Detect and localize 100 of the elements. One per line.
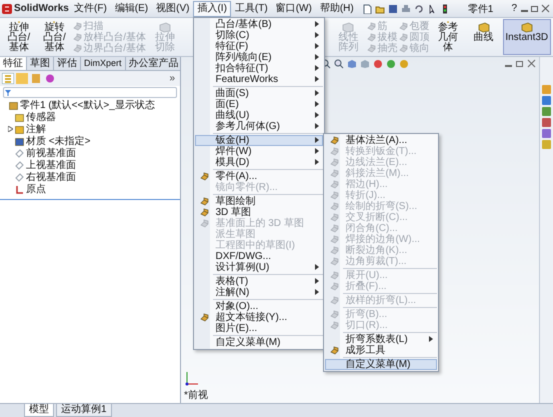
menu-item[interactable]: 表格(T)	[195, 276, 324, 286]
plate-icon	[330, 136, 339, 144]
cursor-icon	[426, 4, 437, 14]
solid-icon	[341, 21, 356, 33]
menu-item[interactable]: 对象(O)...	[195, 300, 324, 312]
plate-icon	[330, 282, 339, 290]
plate-icon	[200, 312, 209, 322]
menu-item[interactable]: 折弯系数表(L)	[325, 334, 438, 344]
menu-bar-item[interactable]: 编辑(E)	[110, 0, 152, 16]
menu-item[interactable]: 模具(D)	[195, 156, 324, 168]
expand-arrow-icon	[8, 126, 13, 132]
menu-item[interactable]: 图片(E)...	[195, 322, 324, 334]
minimize-icon	[505, 65, 512, 67]
help-button[interactable]: ?	[511, 3, 517, 14]
menu-bar-item[interactable]: 工具(T)	[230, 0, 272, 16]
menu-bar-item[interactable]: 帮助(H)	[316, 0, 358, 16]
tile-icon	[542, 107, 551, 116]
menu-item[interactable]: 面(E)	[195, 98, 324, 110]
window-title: 零件1	[466, 2, 494, 16]
minimize-icon	[521, 10, 528, 12]
panel-tab[interactable]: DimXpert	[81, 57, 126, 70]
restore-icon	[515, 59, 524, 68]
menu-item[interactable]: 特征(F)	[195, 40, 324, 52]
submenu-arrow-icon	[429, 336, 434, 342]
menu-item[interactable]: 切除(C)	[195, 30, 324, 40]
printer-icon	[400, 4, 411, 14]
close-icon	[527, 59, 536, 68]
menu-item[interactable]: 凸台/基体(B)	[195, 18, 324, 30]
menu-item[interactable]: 曲面(S)	[195, 88, 324, 98]
ribbon-button[interactable]: 参考几何体	[431, 19, 465, 55]
plate-icon	[330, 168, 339, 178]
plate-icon	[367, 32, 376, 42]
plate-icon	[200, 196, 209, 206]
bottom-tab[interactable]: 模型	[24, 404, 54, 417]
filter-icon	[5, 90, 11, 96]
ribbon-button[interactable]: Instant3D	[502, 19, 551, 55]
tile-icon	[542, 118, 551, 127]
solid-icon	[158, 21, 172, 33]
bottom-tab[interactable]: 运动算例1	[56, 404, 112, 417]
tree-item[interactable]: 原点	[0, 183, 180, 195]
menu-item[interactable]: 成形工具	[325, 344, 438, 356]
plate-icon	[73, 22, 82, 30]
menu-item[interactable]: 自定义菜单(M)	[195, 336, 324, 348]
search-icon	[334, 58, 344, 68]
menu-item[interactable]: 3D 草图	[195, 206, 324, 218]
plate-icon	[330, 146, 339, 156]
tree-item[interactable]: 材质 <未指定>	[0, 135, 180, 147]
tree-item[interactable]: 上视基准面	[0, 159, 180, 171]
plate-icon	[200, 172, 209, 180]
filter-field[interactable]	[3, 87, 177, 98]
menu-item[interactable]: 自定义菜单(M)	[325, 358, 438, 370]
menu-item[interactable]: 基体法兰(A)...	[325, 134, 438, 146]
menu-item[interactable]: DXF/DWG...	[195, 250, 324, 262]
tree-item[interactable]: 传感器	[0, 111, 180, 123]
solid-icon	[520, 21, 534, 33]
tree-item[interactable]: 前视基准面	[0, 147, 180, 159]
menu-bar-item[interactable]: 文件(F)	[70, 0, 111, 16]
tree-item[interactable]: 右视基准面	[0, 171, 180, 183]
tile-icon	[542, 96, 551, 105]
menu-item[interactable]: 阵列/镜向(E)	[195, 52, 324, 62]
menu-item[interactable]: 超文本链接(Y)...	[195, 312, 324, 322]
menu-bar-item[interactable]: 窗口(W)	[272, 0, 316, 16]
menu-item[interactable]: 钣金(H)	[195, 134, 324, 146]
menu-bar-item[interactable]: 插入(I)	[193, 0, 231, 16]
plate-icon	[399, 32, 408, 42]
folder-icon	[374, 4, 385, 14]
plate-icon	[330, 202, 339, 210]
panel-tab[interactable]: 评估	[54, 57, 81, 70]
logo-icon	[2, 4, 12, 14]
app-logo: SolidWorks	[14, 3, 69, 14]
menu-item[interactable]: 草图绘制	[195, 196, 324, 206]
menu-item[interactable]: 扣合特征(T)	[195, 62, 324, 74]
menu-item[interactable]: 曲线(U)	[195, 110, 324, 120]
menu-item[interactable]: 零件(A)...	[195, 170, 324, 182]
tile-icon	[542, 85, 551, 94]
plate-icon	[330, 310, 339, 318]
tree-item[interactable]: 注解	[0, 123, 180, 135]
plate-icon	[330, 256, 339, 266]
ribbon-button[interactable]: 旋转凸台/基体	[38, 19, 72, 55]
menu-item[interactable]: 设计算例(U)	[195, 262, 324, 272]
menu-bar-item[interactable]: 视图(V)	[152, 0, 194, 16]
plate-icon	[200, 208, 209, 216]
menu-item[interactable]: 参考几何体(G)	[195, 120, 324, 132]
tile-icon	[542, 129, 551, 138]
more-button[interactable]: »	[169, 73, 178, 84]
plate-icon	[330, 296, 339, 304]
menu-item[interactable]: FeatureWorks	[195, 74, 324, 84]
menu-item[interactable]: 注解(N)	[195, 286, 324, 298]
menu-item[interactable]: 焊件(W)	[195, 146, 324, 156]
panel-tab[interactable]: 特征	[0, 57, 27, 70]
plate-icon	[330, 346, 339, 354]
tree-item[interactable]: 零件1 (默认<<默认>_显示状态	[0, 99, 180, 111]
plate-icon	[367, 22, 376, 30]
panel-tab[interactable]: 草图	[27, 57, 54, 70]
plate-icon	[330, 212, 339, 222]
plate-icon	[330, 224, 339, 232]
ribbon-button[interactable]: 拉伸凸台/基体	[2, 19, 36, 55]
plate-icon	[330, 270, 339, 280]
plate-icon	[73, 44, 82, 52]
ribbon-button[interactable]: 曲线	[466, 19, 501, 55]
